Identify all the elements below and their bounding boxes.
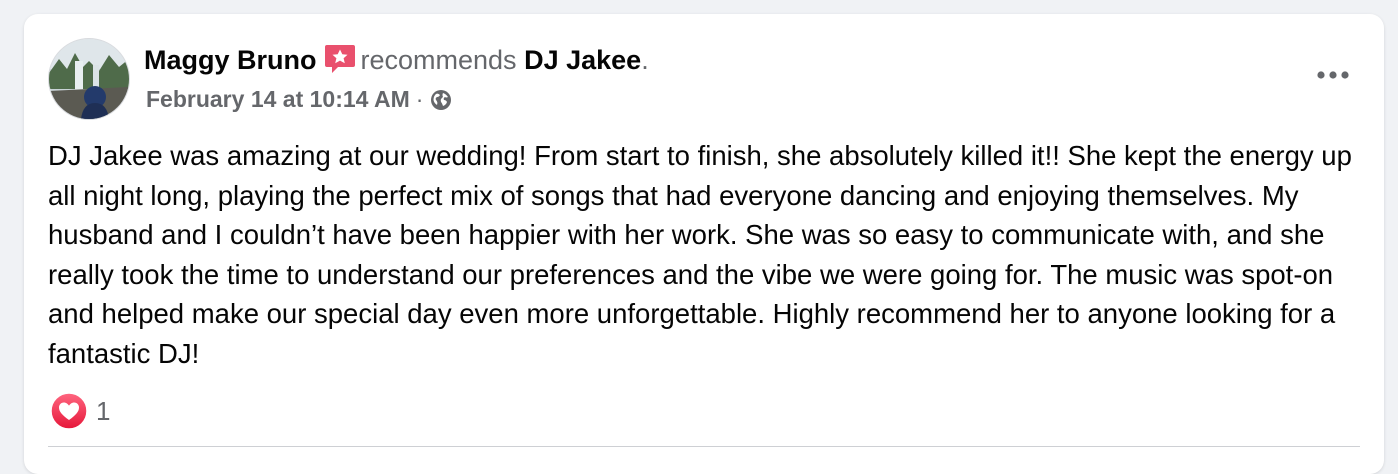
reactions-summary[interactable]: 1 [50,392,110,430]
recommendation-star-icon [323,42,357,76]
reaction-count: 1 [96,396,111,426]
divider [48,446,1360,447]
meta-separator: · [415,86,424,112]
post-card: Maggy Bruno recommends DJ Jakee. February… [24,14,1384,474]
post-meta: February 14 at 10:14 AM · [146,84,453,114]
avatar[interactable] [48,38,130,120]
author-name[interactable]: Maggy Bruno [144,45,317,75]
recommended-page-link[interactable]: DJ Jakee [524,45,641,75]
love-reaction-icon [50,392,88,430]
more-options-icon [1317,71,1349,79]
post-timestamp[interactable]: February 14 at 10:14 AM [146,86,410,112]
recommends-text: recommends [360,45,517,75]
post-body: DJ Jakee was amazing at our wedding! Fro… [48,140,1352,369]
header-period: . [641,45,649,75]
more-options-button[interactable] [1310,58,1356,92]
post-header: Maggy Bruno recommends DJ Jakee. [144,42,649,77]
globe-icon[interactable] [429,88,453,112]
avatar-photo [49,39,129,119]
